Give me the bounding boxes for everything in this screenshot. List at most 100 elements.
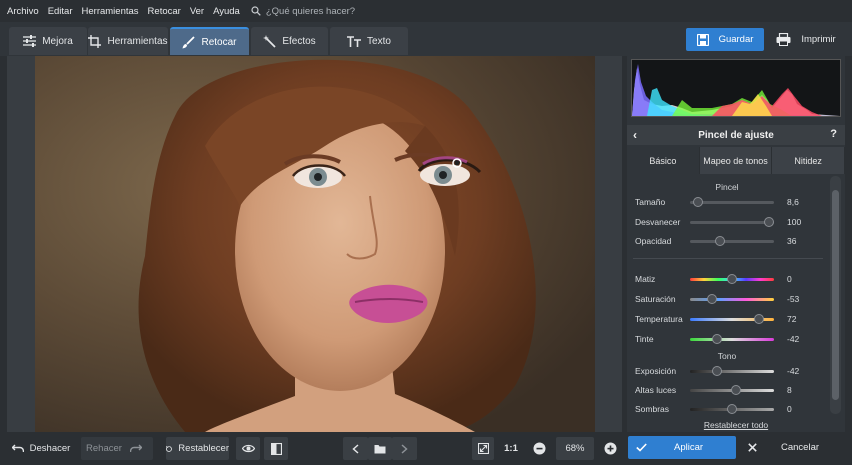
cancel-label: Cancelar: [781, 442, 820, 453]
tab-herramientas[interactable]: Herramientas: [88, 27, 168, 55]
fit-screen-icon: [477, 443, 489, 454]
slider-opacidad[interactable]: Opacidad 36: [635, 234, 825, 248]
chevron-left-icon: [352, 443, 359, 454]
menu-retocar[interactable]: Retocar: [148, 6, 181, 17]
slider-track[interactable]: [690, 240, 774, 243]
cancel-button[interactable]: Cancelar: [740, 436, 845, 459]
menu-herramientas[interactable]: Herramientas: [82, 6, 139, 17]
subtab-mapeo-de-tonos[interactable]: Mapeo de tonos: [699, 147, 773, 174]
redo-button[interactable]: Rehacer: [81, 437, 153, 460]
slider-handle[interactable]: [715, 236, 725, 246]
reset-button[interactable]: Restablecer: [166, 437, 229, 460]
menu-ayuda[interactable]: Ayuda: [213, 6, 240, 17]
slider-tamano[interactable]: Tamaño 8,6: [635, 195, 825, 209]
tab-retocar[interactable]: Retocar: [170, 27, 249, 55]
redo-icon: [129, 444, 142, 453]
tab-efectos[interactable]: Efectos: [251, 27, 328, 55]
menu-editar[interactable]: Editar: [48, 6, 73, 17]
zoom-level[interactable]: 68%: [556, 437, 594, 460]
zoom-out-icon: [533, 442, 545, 455]
zoom-1to1-button[interactable]: 1:1: [498, 437, 524, 460]
slider-matiz[interactable]: Matiz 0: [635, 272, 825, 286]
preview-button[interactable]: [236, 437, 260, 460]
slider-handle[interactable]: [712, 366, 722, 376]
slider-handle[interactable]: [731, 385, 741, 395]
slider-handle[interactable]: [712, 334, 722, 344]
slider-track[interactable]: [690, 221, 774, 224]
zoom-in-button[interactable]: [599, 437, 621, 460]
portrait-photo[interactable]: [35, 56, 595, 432]
search-box[interactable]: ¿Qué quieres hacer?: [251, 6, 355, 17]
zoom-out-button[interactable]: [528, 437, 550, 460]
undo-button[interactable]: Deshacer: [7, 437, 75, 460]
slider-track[interactable]: [690, 298, 774, 301]
slider-altas-luces[interactable]: Altas luces 8: [635, 383, 825, 397]
slider-track[interactable]: [690, 338, 774, 341]
slider-saturacion[interactable]: Saturación -53: [635, 292, 825, 306]
histogram-graph: [632, 64, 840, 116]
crop-icon: [88, 34, 102, 48]
portrait-image: [35, 56, 595, 432]
slider-handle[interactable]: [693, 197, 703, 207]
slider-handle[interactable]: [754, 314, 764, 324]
compare-button[interactable]: [264, 437, 288, 460]
search-icon: [251, 6, 261, 16]
slider-label: Desvanecer: [635, 217, 681, 227]
sliders-icon: [23, 35, 37, 47]
histogram: [631, 59, 841, 117]
floppy-disk-icon: [696, 33, 709, 46]
checkmark-icon: [636, 443, 647, 452]
fit-to-screen-button[interactable]: [472, 437, 494, 460]
slider-handle[interactable]: [727, 404, 737, 414]
slider-label: Matiz: [635, 274, 656, 284]
panel-subtabs: Básico Mapeo de tonos Nitidez: [627, 147, 846, 174]
menu-bar: Archivo Editar Herramientas Retocar Ver …: [0, 0, 852, 22]
photo-canvas[interactable]: [7, 56, 622, 432]
slider-handle[interactable]: [727, 274, 737, 284]
slider-value: -42: [787, 334, 800, 344]
apply-label: Aplicar: [674, 442, 704, 453]
slider-tinte[interactable]: Tinte -42: [635, 332, 825, 346]
menu-archivo[interactable]: Archivo: [7, 6, 39, 17]
folder-icon: [374, 444, 386, 453]
print-button[interactable]: Imprimir: [766, 28, 846, 51]
slider-handle[interactable]: [764, 217, 774, 227]
slider-temperatura[interactable]: Temperatura 72: [635, 312, 825, 326]
back-icon[interactable]: ‹: [633, 128, 637, 142]
slider-exposicion[interactable]: Exposición -42: [635, 364, 825, 378]
slider-desvanecer[interactable]: Desvanecer 100: [635, 215, 825, 229]
slider-value: -53: [787, 294, 800, 304]
next-image-button[interactable]: [392, 437, 417, 460]
save-button[interactable]: Guardar: [686, 28, 764, 51]
save-button-label: Guardar: [718, 34, 754, 45]
tab-mejora[interactable]: Mejora: [9, 27, 87, 55]
slider-handle[interactable]: [707, 294, 717, 304]
slider-value: -42: [787, 366, 800, 376]
panel-scrollbar[interactable]: [830, 176, 841, 414]
divider: [633, 258, 823, 259]
apply-button[interactable]: Aplicar: [628, 436, 736, 459]
subtab-nitidez[interactable]: Nitidez: [772, 147, 846, 174]
close-icon: [748, 443, 757, 452]
reset-all-link[interactable]: Restablecer todo: [627, 420, 845, 430]
panel-title: Pincel de ajuste: [698, 129, 774, 141]
slider-track[interactable]: [690, 370, 774, 373]
help-icon[interactable]: ?: [830, 128, 837, 140]
printer-icon: [776, 33, 791, 46]
prev-image-button[interactable]: [343, 437, 368, 460]
menu-ver[interactable]: Ver: [190, 6, 204, 17]
zoom-in-icon: [604, 442, 616, 455]
slider-value: 0: [787, 274, 792, 284]
subtab-basico[interactable]: Básico: [627, 147, 700, 174]
section-pincel: Pincel: [715, 182, 739, 192]
open-folder-button[interactable]: [368, 437, 392, 460]
slider-label: Temperatura: [635, 314, 683, 324]
tab-texto[interactable]: Texto: [330, 27, 408, 55]
slider-sombras[interactable]: Sombras 0: [635, 402, 825, 416]
reset-icon: [166, 445, 172, 452]
scrollbar-thumb[interactable]: [832, 190, 839, 400]
undo-icon: [11, 444, 24, 453]
search-placeholder: ¿Qué quieres hacer?: [265, 5, 356, 17]
reset-label: Restablecer: [178, 443, 229, 454]
section-tono: Tono: [717, 351, 737, 361]
